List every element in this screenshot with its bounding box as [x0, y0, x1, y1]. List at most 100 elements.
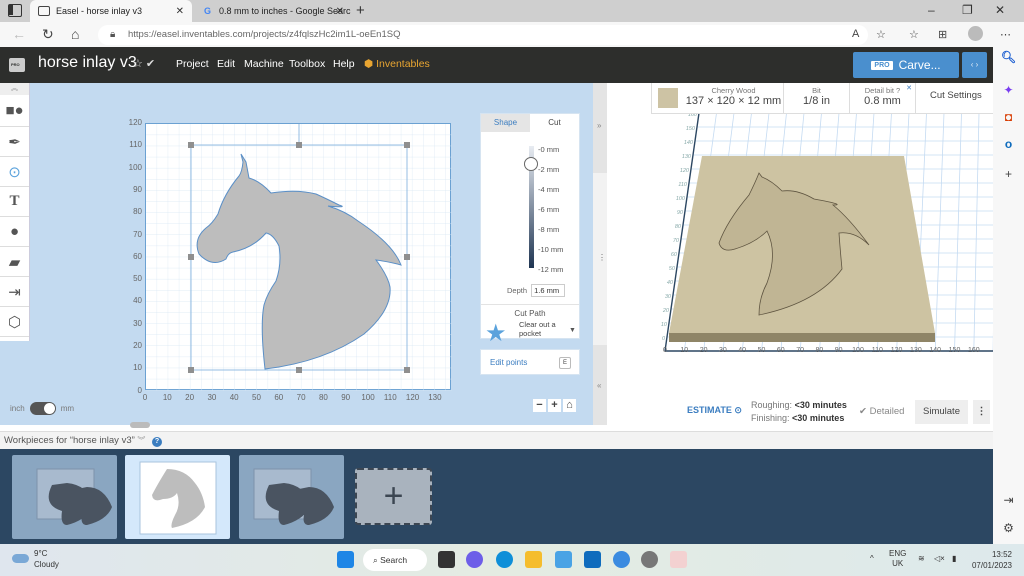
design-canvas[interactable]	[145, 116, 452, 391]
battery-icon[interactable]: ▮	[952, 554, 956, 564]
search-icon[interactable]: 🔍︎	[993, 50, 1024, 64]
expand-left-icon[interactable]: «	[597, 381, 601, 390]
copilot-icon[interactable]: ✦	[993, 83, 1024, 97]
menu-help[interactable]: Help	[333, 58, 355, 70]
cut-path-select[interactable]: Clear out a pocket	[519, 320, 559, 338]
zoom-in-button[interactable]: +	[548, 399, 561, 412]
workpiece-thumb-active[interactable]	[125, 455, 230, 539]
cube-icon[interactable]: ⬡	[0, 307, 29, 337]
tab-cut[interactable]: Cut	[530, 114, 579, 132]
snipping-tool-icon[interactable]	[670, 551, 687, 568]
drag-handle-icon[interactable]: ⋮	[598, 253, 606, 262]
help-icon[interactable]: ?	[152, 437, 163, 447]
tab-google[interactable]: G 0.8 mm to inches - Google Searc ✕	[194, 0, 352, 22]
tab-easel[interactable]: Easel - horse inlay v3 ✕	[30, 0, 192, 22]
workpiece-thumb[interactable]	[12, 455, 117, 539]
workpiece-thumb[interactable]	[239, 455, 344, 539]
text-icon[interactable]: T	[0, 187, 29, 217]
star-icon[interactable]: ☆ ✔	[133, 57, 155, 70]
chevron-down-icon[interactable]: ▼	[569, 327, 576, 334]
menu-edit[interactable]: Edit	[217, 58, 235, 70]
outlook-icon[interactable]: o	[993, 137, 1024, 151]
clock[interactable]: 13:52 07/01/2023	[972, 549, 1012, 571]
help-icon[interactable]: ?	[896, 86, 900, 95]
depth-slider-handle[interactable]	[524, 157, 538, 171]
more-icon[interactable]: ⋯	[1000, 28, 1011, 41]
wifi-icon[interactable]: ≋	[918, 554, 925, 564]
apple-icon[interactable]: ●	[0, 217, 29, 247]
read-aloud-icon[interactable]: A	[852, 28, 859, 40]
office-icon[interactable]: ◘	[993, 110, 1024, 124]
tab-shape[interactable]: Shape	[481, 114, 530, 132]
expand-right-icon[interactable]: »	[597, 121, 601, 130]
magnifier-icon[interactable]	[613, 551, 630, 568]
onedrive-folder-icon[interactable]	[555, 551, 572, 568]
pen-icon[interactable]: ✒	[0, 127, 29, 157]
shapes-icon[interactable]: ■●	[0, 95, 29, 127]
close-window-button[interactable]: ✕	[995, 3, 1005, 17]
simulate-button[interactable]: Simulate	[915, 400, 968, 424]
hide-sidebar-icon[interactable]: ⇥	[993, 493, 1024, 507]
horizontal-scrollbar[interactable]	[130, 422, 150, 428]
material-swatch[interactable]	[658, 88, 678, 108]
detailed-toggle[interactable]: ✔ Detailed	[859, 406, 904, 417]
home-icon[interactable]: ⌂	[71, 26, 79, 42]
menu-project[interactable]: Project	[176, 58, 209, 70]
menu-toolbox[interactable]: Toolbox	[289, 58, 325, 70]
target-icon[interactable]: ⊙	[0, 157, 29, 187]
file-explorer-icon[interactable]	[525, 551, 542, 568]
chevron-up-icon[interactable]: ^	[870, 554, 874, 564]
home-view-icon[interactable]: ⌂	[563, 399, 576, 412]
teams-icon[interactable]	[466, 551, 483, 568]
material-info[interactable]: Cherry Wood 137 × 120 × 12 mm	[684, 83, 784, 113]
weather-widget[interactable]: 9°C Cloudy	[34, 548, 59, 570]
inventables-link[interactable]: ⬢ Inventables	[364, 58, 430, 70]
detail-bit-info[interactable]: Detail bit ? 0.8 mm ✕	[850, 83, 916, 113]
expand-icon[interactable]: ‹ ›	[962, 52, 987, 78]
profile-avatar[interactable]	[968, 26, 983, 41]
collections-icon[interactable]: ⊞	[938, 28, 947, 41]
unit-toggle[interactable]: inch mm	[10, 402, 74, 415]
task-view-icon[interactable]	[438, 551, 455, 568]
taskbar-search[interactable]: ⌕ Search	[363, 549, 427, 571]
edit-points-button[interactable]: Edit points E	[480, 349, 580, 375]
collapse-toolbar-icon[interactable]: ︽	[0, 83, 29, 95]
project-title[interactable]: horse inlay v3	[38, 54, 137, 72]
more-options-icon[interactable]: ⋮	[973, 400, 990, 424]
settings-icon[interactable]	[641, 551, 658, 568]
mute-icon[interactable]: ◁×	[934, 554, 945, 564]
back-icon[interactable]: ←	[12, 26, 26, 42]
favorites-icon[interactable]: ☆	[909, 28, 919, 41]
favorite-add-icon[interactable]: ☆	[876, 28, 886, 41]
carve-button[interactable]: PRO Carve...	[853, 52, 959, 78]
collapse-workpieces-icon[interactable]: ︾	[137, 436, 145, 445]
settings-icon[interactable]: ⚙	[993, 521, 1024, 535]
language-indicator[interactable]: ENG UK	[889, 549, 906, 569]
estimate-label[interactable]: ESTIMATE ⊙	[687, 405, 742, 416]
import-icon[interactable]: ⇥	[0, 277, 29, 307]
depth-input[interactable]: 1.6 mm	[531, 284, 566, 297]
close-tab-icon[interactable]: ✕	[336, 6, 344, 17]
pocket-star-icon: ★	[485, 320, 507, 347]
unit-switch[interactable]	[29, 402, 56, 415]
cut-settings-button[interactable]: Cut Settings	[916, 83, 996, 113]
restore-button[interactable]: ❐	[962, 3, 973, 17]
outlook-icon[interactable]	[584, 551, 601, 568]
add-workpiece-button[interactable]: +	[355, 468, 432, 525]
new-tab-button[interactable]: +	[356, 2, 365, 19]
tab-actions-icon[interactable]	[8, 4, 22, 17]
windows-start-icon[interactable]	[337, 551, 354, 568]
bit-info[interactable]: Bit 1/8 in	[784, 83, 850, 113]
menu-machine[interactable]: Machine	[244, 58, 284, 70]
lego-icon[interactable]: ▰	[0, 247, 29, 277]
url-field[interactable]: 🔒︎ https://easel.inventables.com/project…	[98, 25, 868, 45]
add-icon[interactable]: +	[993, 167, 1024, 181]
minimize-button[interactable]: –	[928, 3, 935, 17]
refresh-icon[interactable]: ↻	[42, 26, 54, 43]
3d-preview[interactable]: 0 10 20 30 40 50 60 70 80 90 100 110 120 130 140 150 160…	[607, 83, 999, 431]
edge-icon[interactable]	[496, 551, 513, 568]
remove-detail-bit-icon[interactable]: ✕	[906, 84, 912, 92]
close-tab-icon[interactable]: ✕	[176, 6, 184, 17]
zoom-out-button[interactable]: −	[533, 399, 546, 412]
panel-splitter[interactable]: » ⋮ «	[593, 83, 607, 425]
